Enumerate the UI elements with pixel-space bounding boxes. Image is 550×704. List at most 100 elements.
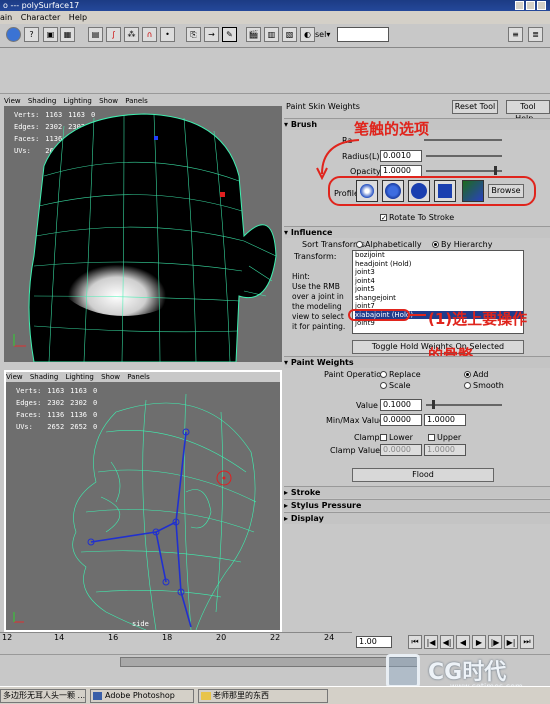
display-section-header[interactable]: ▸ Display [284,512,550,524]
point-snap-icon[interactable]: • [160,27,175,42]
add-radio[interactable]: Add [464,370,489,379]
stylus-pressure-section-header[interactable]: ▸ Stylus Pressure [284,499,550,511]
viewport-side-canvas[interactable]: Verts: 1163 1163 0 Edges: 2302 2302 0 Faces: 11… [6,382,280,630]
hypershade-icon[interactable]: ◐ [300,27,315,42]
view-menu[interactable]: View [6,373,23,381]
clamp-max-field[interactable]: 1.0000 [424,444,466,456]
value-field[interactable]: 0.1000 [380,399,422,411]
range-slider-bar[interactable] [120,657,420,667]
step-back-key-icon[interactable]: |◀ [424,635,438,649]
lock-icon[interactable]: ▣ [43,27,58,42]
min-value-field[interactable]: 0.0000 [380,414,422,426]
render-settings-icon[interactable]: ▧ [282,27,297,42]
go-to-end-icon[interactable]: ⏭ [520,635,534,649]
brush-options-annotation: 笔触的选项 [354,120,430,138]
input-icon[interactable]: → [204,27,219,42]
sort-hierarchy-radio[interactable]: By Hierarchy [432,240,492,249]
photoshop-icon [93,692,102,700]
go-to-start-icon[interactable]: ⏮ [408,635,422,649]
globe-icon[interactable] [6,27,21,42]
taskbar-item-photoshop[interactable]: Adobe Photoshop [90,689,194,703]
render-icon[interactable]: 🎬 [246,27,261,42]
snap-icon[interactable]: ▦ [60,27,75,42]
flood-button[interactable]: Flood [352,468,494,482]
time-slider[interactable]: 12 14 16 18 20 22 24 1.00 ⏮ |◀ ◀| ◀ ▶ |▶… [0,632,550,652]
scale-radio[interactable]: Scale [380,381,411,390]
taskbar-item-maya-scene[interactable]: 多边形无耳人头一颗 ... [0,689,86,703]
cg-times-logo [386,654,420,688]
lighting-menu[interactable]: Lighting [66,373,94,381]
reset-tool-button[interactable]: Reset Tool [452,100,498,114]
quick-selection-field[interactable] [337,27,389,42]
help-icon[interactable]: ? [24,27,39,42]
menu-character[interactable]: Character [21,13,61,22]
joint-list-item[interactable]: joint4 [355,277,523,286]
paint-weights-section-header[interactable]: ▾ Paint Weights [284,356,550,368]
tool-help-button[interactable]: Tool Help... [506,100,550,123]
smooth-radio[interactable]: Smooth [464,381,504,390]
taskbar-item-folder[interactable]: 老师那里的东西 [198,689,328,703]
play-forward-icon[interactable]: ▶ [472,635,486,649]
joint-list-item[interactable]: headjoint (Hold) [355,260,523,269]
view-menu[interactable]: View [4,97,21,105]
lighting-menu[interactable]: Lighting [64,97,92,105]
joint-list-item[interactable]: bozijoint [355,251,523,260]
minimize-button[interactable] [515,1,524,10]
viewport-top-menu: View Shading Lighting Show Panels [4,96,282,106]
history-icon[interactable]: ⎘ [186,27,201,42]
head-weight-mesh [13,113,277,362]
clamp-upper-checkbox[interactable]: Upper [428,433,461,442]
timeline-ruler[interactable]: 12 14 16 18 20 22 24 [0,632,352,652]
joint-list-item[interactable]: joint3 [355,268,523,277]
influence-section-header[interactable]: ▾ Influence [284,226,550,238]
opacity-slider[interactable] [426,170,502,172]
ipr-icon[interactable]: ▥ [264,27,279,42]
radio-selected-icon [464,371,471,378]
joint-list-item[interactable]: shangejoint [355,294,523,303]
max-value-field[interactable]: 1.0000 [424,414,466,426]
select-hierarchy-icon[interactable]: ▤ [88,27,103,42]
step-forward-key-icon[interactable]: ▶| [504,635,518,649]
viewport-top-canvas[interactable]: Verts:116311630 Edges:230223020 Faces:11… [4,106,282,362]
value-slider-handle[interactable] [432,400,435,409]
step-back-icon[interactable]: ◀| [440,635,454,649]
replace-radio[interactable]: Replace [380,370,421,379]
checkbox-icon: ✓ [380,214,387,222]
playback-controls: ⏮ |◀ ◀| ◀ ▶ |▶ ▶| ⏭ [408,635,534,649]
radius-l-slider[interactable] [426,155,502,157]
menu-help[interactable]: Help [69,13,87,22]
panels-menu[interactable]: Panels [127,373,150,381]
curve-icon[interactable]: ∫ [106,27,121,42]
show-menu[interactable]: Show [99,97,118,105]
opacity-slider-handle[interactable] [494,166,497,175]
rotate-to-stroke-checkbox[interactable]: ✓ Rotate To Stroke [380,213,454,222]
value-slider[interactable] [426,404,502,406]
grid-snap-icon[interactable]: ⁂ [124,27,139,42]
radius-l-field[interactable]: 0.0010 [380,150,422,162]
clamp-lower-checkbox[interactable]: Lower [380,433,413,442]
radius-u-slider[interactable] [424,139,502,141]
paint-operation-label: Paint Operation [324,370,387,379]
close-button[interactable] [537,1,546,10]
maximize-button[interactable] [526,1,535,10]
paint-tool-icon[interactable]: ✎ [222,27,237,42]
show-menu[interactable]: Show [101,373,120,381]
expand-arrow-icon: ▸ [284,501,289,510]
current-frame-field[interactable]: 1.00 [356,636,392,648]
shading-menu[interactable]: Shading [30,373,58,381]
menu-main[interactable]: ain [0,13,12,22]
magnet-icon[interactable]: ∩ [142,27,157,42]
joint-list-item[interactable]: joint5 [355,285,523,294]
attribute-editor-icon[interactable]: ≣ [528,27,543,42]
step-forward-icon[interactable]: |▶ [488,635,502,649]
shading-menu[interactable]: Shading [28,97,56,105]
collapse-arrow-icon: ▾ [284,358,289,367]
clamp-min-field[interactable]: 0.0000 [380,444,422,456]
panels-menu[interactable]: Panels [125,97,148,105]
radio-icon [464,382,471,389]
sort-alphabetically-radio[interactable]: Alphabetically [356,240,422,249]
channel-box-icon[interactable]: ≡ [508,27,523,42]
collapse-arrow-icon: ▾ [284,228,289,237]
play-back-icon[interactable]: ◀ [456,635,470,649]
stroke-section-header[interactable]: ▸ Stroke [284,486,550,498]
